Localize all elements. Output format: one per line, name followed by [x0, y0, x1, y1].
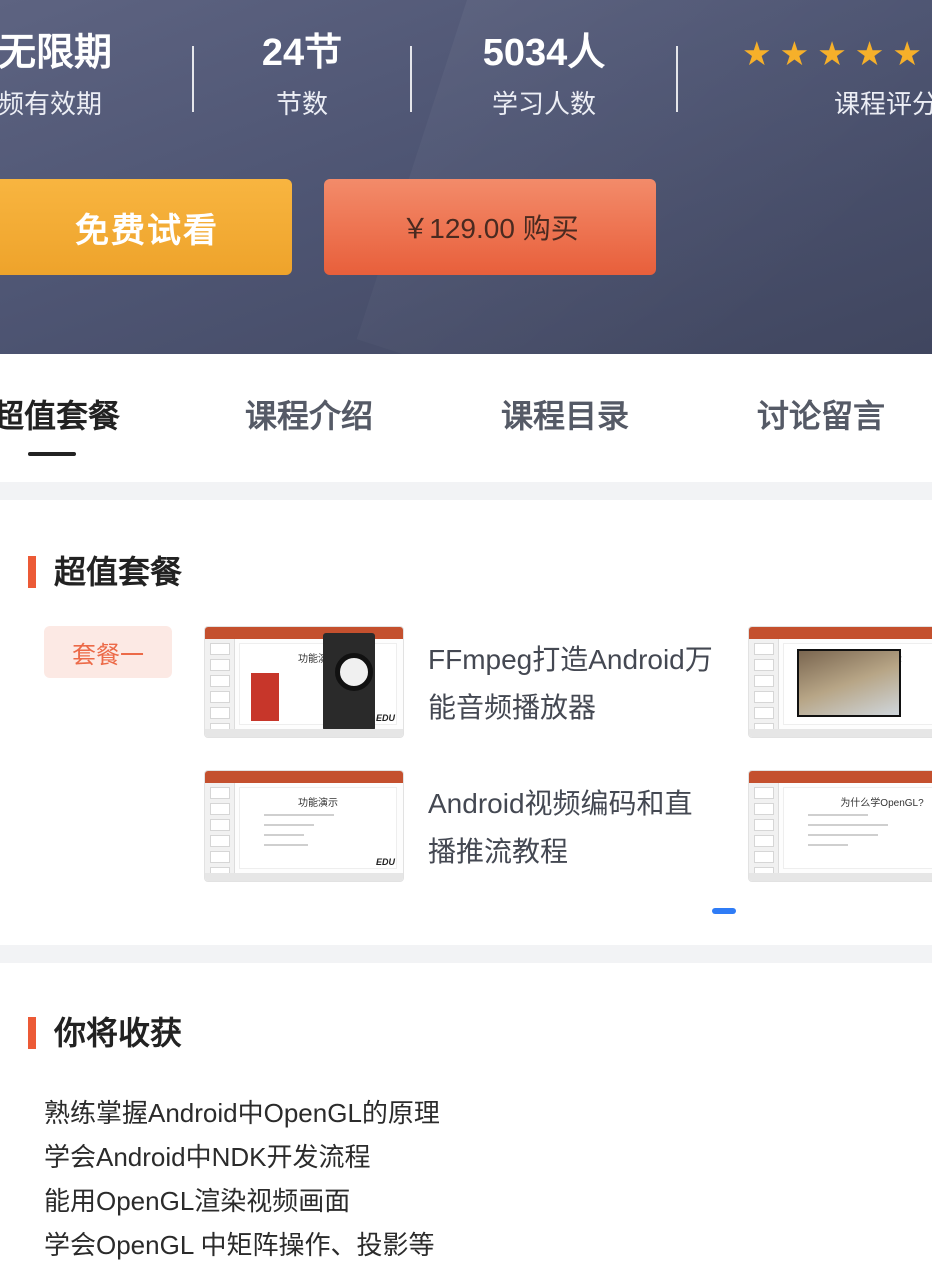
- slide-sidebar: [749, 783, 779, 879]
- divider: [410, 46, 412, 112]
- stat-value: 无限期: [0, 32, 113, 74]
- star-icon: ★: [817, 34, 847, 72]
- section-title: 你将收获: [28, 1013, 182, 1053]
- slide-toolbar: [205, 771, 403, 783]
- section-title-text: 你将收获: [54, 1015, 183, 1051]
- tab-discussion[interactable]: 讨论留言: [757, 396, 885, 436]
- stat-rating: ★ ★ ★ ★ ★ 课程评分: [740, 30, 932, 122]
- gain-item: 熟练掌握Android中OpenGL的原理: [44, 1098, 440, 1128]
- title-accent-bar: [28, 556, 36, 588]
- course-thumbnail[interactable]: 为什么学OpenGL?: [748, 770, 932, 882]
- edu-badge: EDU: [375, 713, 395, 723]
- course-thumbnail[interactable]: 功能演示 EDU: [204, 626, 404, 738]
- gains-section: 你将收获 熟练掌握Android中OpenGL的原理 学会Android中NDK…: [0, 963, 932, 1264]
- star-icon: ★: [742, 34, 772, 72]
- course-hero: 无限期 视频有效期 24节 节数 5034人 学习人数 ★ ★ ★ ★ ★ 课程…: [0, 0, 932, 354]
- slide-statusbar: [205, 729, 403, 737]
- slide-sidebar: [749, 639, 779, 735]
- slide-canvas: 功能演示: [239, 787, 397, 869]
- video-frame-image: [797, 649, 901, 717]
- star-icon: ★: [854, 34, 885, 72]
- edu-badge: EDU: [375, 857, 395, 867]
- gain-item: 学会OpenGL 中矩阵操作、投影等: [44, 1230, 435, 1260]
- course-thumbnail[interactable]: 功能演示: [748, 626, 932, 738]
- tab-catalog[interactable]: 课程目录: [501, 396, 629, 436]
- course-thumbnail[interactable]: 功能演示 EDU: [204, 770, 404, 882]
- package-tag[interactable]: 套餐一: [44, 626, 172, 678]
- divider: [676, 46, 678, 112]
- stat-students: 5034人 学习人数: [462, 30, 626, 122]
- slide-title: 为什么学OpenGL?: [840, 798, 924, 809]
- buy-button[interactable]: ￥129.00 购买: [324, 179, 656, 275]
- tab-intro[interactable]: 课程介绍: [245, 396, 373, 436]
- stat-validity: 无限期 视频有效期: [0, 30, 112, 122]
- gain-item: 能用OpenGL渲染视频画面: [44, 1186, 351, 1216]
- gain-item: 学会Android中NDK开发流程: [44, 1142, 371, 1172]
- divider: [192, 46, 194, 112]
- stat-label: 节数: [275, 89, 328, 119]
- rating-stars: ★ ★ ★ ★ ★: [742, 30, 932, 76]
- stat-lessons: 24节 节数: [240, 30, 364, 122]
- stat-value: 24节: [261, 32, 343, 74]
- stat-label: 视频有效期: [0, 89, 103, 119]
- slide-toolbar: [749, 771, 932, 783]
- tab-bar: 超值套餐 课程介绍 课程目录 讨论留言: [0, 354, 932, 482]
- phone-image: [323, 633, 375, 731]
- slide-canvas: 为什么学OpenGL?: [783, 787, 932, 869]
- section-title: 超值套餐: [28, 552, 182, 592]
- slide-sidebar: [205, 783, 235, 879]
- slide-toolbar: [749, 627, 932, 639]
- stat-label: 课程评分: [834, 89, 932, 119]
- active-tab-indicator: [28, 452, 76, 456]
- free-trial-button[interactable]: 免费试看: [0, 179, 292, 275]
- course-title[interactable]: FFmpeg打造Android万能音频播放器: [428, 636, 718, 732]
- gains-list: 熟练掌握Android中OpenGL的原理 学会Android中NDK开发流程 …: [44, 1091, 440, 1264]
- tab-package[interactable]: 超值套餐: [0, 396, 120, 436]
- course-title[interactable]: Android视频编码和直播推流教程: [428, 780, 718, 876]
- stat-label: 学习人数: [491, 89, 596, 119]
- carousel-indicator[interactable]: [712, 908, 736, 914]
- slide-title: 功能演示: [298, 798, 338, 809]
- star-icon: ★: [779, 34, 810, 72]
- star-icon: ★: [892, 34, 922, 72]
- book-image: [251, 673, 279, 721]
- stat-value: 5034人: [482, 32, 606, 74]
- slide-statusbar: [749, 729, 932, 737]
- section-title-text: 超值套餐: [54, 554, 183, 590]
- slide-statusbar: [205, 873, 403, 881]
- package-section: 超值套餐 套餐一 功能演示 EDU FFmpeg打造Android万能音频播放器…: [0, 500, 932, 945]
- slide-statusbar: [749, 873, 932, 881]
- title-accent-bar: [28, 1017, 36, 1049]
- slide-sidebar: [205, 639, 235, 735]
